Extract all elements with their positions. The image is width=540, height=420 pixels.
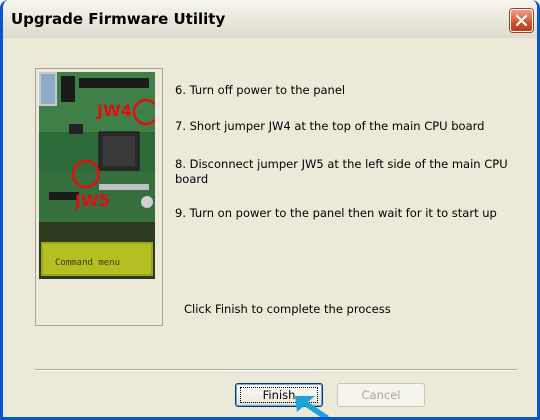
step-7: 7. Short jumper JW4 at the top of the ma… — [175, 119, 485, 133]
jumper-label-jw4: JW4 — [96, 101, 132, 120]
dialog-client-area: Command menu JW4 JW5 6. Turn off power t… — [3, 38, 537, 417]
pointer-arrow-icon — [295, 396, 329, 417]
cancel-button[interactable]: Cancel — [337, 383, 425, 407]
step-9: 9. Turn on power to the panel then wait … — [175, 206, 497, 220]
title-bar[interactable]: Upgrade Firmware Utility — [3, 0, 537, 39]
close-icon — [515, 14, 528, 27]
lcd-display-text: Command menu — [55, 258, 120, 268]
step-6: 6. Turn off power to the panel — [175, 83, 346, 97]
close-button[interactable] — [510, 9, 533, 32]
window-title: Upgrade Firmware Utility — [11, 10, 226, 28]
finish-instruction: Click Finish to complete the process — [184, 302, 391, 316]
jumper-label-jw5: JW5 — [74, 191, 110, 210]
circuit-board-photo: Command menu JW4 JW5 — [39, 72, 155, 279]
dialog-window: Upgrade Firmware Utility Command menu JW… — [0, 0, 540, 420]
cancel-button-label: Cancel — [361, 388, 401, 402]
separator — [35, 369, 517, 371]
step-8: 8. Disconnect jumper JW5 at the left sid… — [175, 157, 508, 186]
